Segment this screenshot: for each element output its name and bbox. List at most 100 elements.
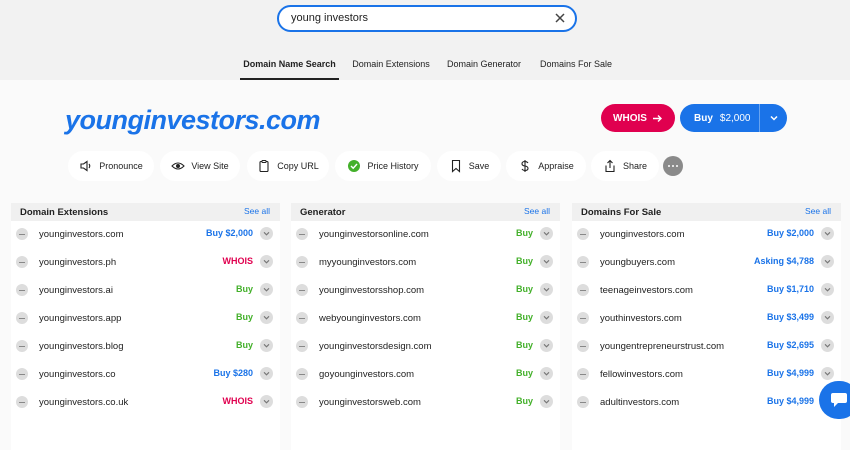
minus-icon[interactable] [16, 396, 28, 408]
chevron-down-icon[interactable] [260, 255, 273, 268]
buy-button[interactable]: Buy $2,000 [680, 104, 787, 132]
domain-name: younginvestors.co [39, 369, 116, 380]
domain-action[interactable]: Buy [236, 340, 253, 350]
domain-action[interactable]: Buy [516, 284, 533, 294]
minus-icon[interactable] [16, 340, 28, 352]
minus-icon[interactable] [296, 368, 308, 380]
chevron-down-icon[interactable] [821, 227, 834, 240]
domain-action[interactable]: Buy [236, 284, 253, 294]
domain-action[interactable]: Buy [516, 340, 533, 350]
list-item: webyounginvestors.com Buy [291, 305, 560, 333]
list-item: younginvestors.com Buy $2,000 [11, 221, 280, 249]
minus-icon[interactable] [577, 340, 589, 352]
minus-icon[interactable] [16, 284, 28, 296]
minus-icon[interactable] [16, 368, 28, 380]
appraise-label: Appraise [538, 161, 574, 171]
domain-name: younginvestorsweb.com [319, 397, 421, 408]
clear-icon[interactable] [553, 11, 567, 25]
tab-domain-extensions[interactable]: Domain Extensions [352, 52, 430, 80]
domain-action[interactable]: WHOIS [223, 396, 254, 406]
minus-icon[interactable] [16, 228, 28, 240]
tab-domain-name-search[interactable]: Domain Name Search [240, 52, 339, 80]
copy-url-label: Copy URL [277, 161, 319, 171]
panel-header: Domains For Sale See all [572, 203, 841, 221]
chevron-down-icon[interactable] [260, 283, 273, 296]
whois-button[interactable]: WHOIS [601, 104, 675, 132]
list-item: youngentrepreneurstrust.com Buy $2,695 [572, 333, 841, 361]
speaker-icon [80, 160, 91, 172]
tab-domain-generator[interactable]: Domain Generator [447, 52, 521, 80]
minus-icon[interactable] [16, 256, 28, 268]
tab-bar: Domain Name Search Domain Extensions Dom… [0, 52, 850, 80]
chevron-down-icon[interactable] [260, 227, 273, 240]
chevron-down-icon[interactable] [821, 283, 834, 296]
domain-action[interactable]: Buy [516, 396, 533, 406]
chevron-down-icon[interactable] [540, 227, 553, 240]
chevron-down-icon[interactable] [540, 311, 553, 324]
chevron-down-icon[interactable] [260, 311, 273, 324]
minus-icon[interactable] [577, 256, 589, 268]
minus-icon[interactable] [577, 284, 589, 296]
chevron-down-icon[interactable] [260, 367, 273, 380]
domain-action[interactable]: Buy [516, 256, 533, 266]
domain-action[interactable]: Buy $4,999 [767, 368, 814, 378]
domain-name: youngentrepreneurstrust.com [600, 341, 725, 352]
domain-action[interactable]: Buy $3,499 [767, 312, 814, 322]
chevron-down-icon[interactable] [540, 255, 553, 268]
chevron-down-icon[interactable] [540, 283, 553, 296]
copy-url-button[interactable]: Copy URL [247, 151, 329, 181]
view-site-button[interactable]: View Site [160, 151, 240, 181]
minus-icon[interactable] [577, 228, 589, 240]
appraise-button[interactable]: Appraise [506, 151, 586, 181]
minus-icon[interactable] [296, 228, 308, 240]
buy-options-dropdown[interactable] [759, 104, 787, 132]
arrow-right-icon [652, 114, 662, 122]
minus-icon[interactable] [296, 312, 308, 324]
price-history-button[interactable]: Price History [335, 151, 431, 181]
chevron-down-icon[interactable] [540, 395, 553, 408]
domain-action[interactable]: Buy [516, 228, 533, 238]
chevron-down-icon[interactable] [821, 339, 834, 352]
domain-action[interactable]: Buy $4,999 [767, 396, 814, 406]
domain-action[interactable]: Buy [516, 312, 533, 322]
chat-button[interactable] [819, 381, 850, 419]
domain-action[interactable]: Buy $2,000 [767, 228, 814, 238]
save-button[interactable]: Save [437, 151, 501, 181]
domain-action[interactable]: Buy $2,000 [206, 228, 253, 238]
minus-icon[interactable] [296, 340, 308, 352]
domain-action[interactable]: Buy $1,710 [767, 284, 814, 294]
see-all-link[interactable]: See all [524, 206, 550, 216]
minus-icon[interactable] [577, 368, 589, 380]
panel-header: Domain Extensions See all [11, 203, 280, 221]
chevron-down-icon[interactable] [821, 367, 834, 380]
pronounce-button[interactable]: Pronounce [68, 151, 154, 181]
chevron-down-icon[interactable] [540, 339, 553, 352]
more-icon[interactable] [663, 156, 683, 176]
minus-icon[interactable] [16, 312, 28, 324]
minus-icon[interactable] [296, 256, 308, 268]
domain-action[interactable]: Buy [516, 368, 533, 378]
domain-action[interactable]: Asking $4,788 [754, 256, 814, 266]
tab-domains-for-sale[interactable]: Domains For Sale [540, 52, 612, 80]
minus-icon[interactable] [577, 396, 589, 408]
minus-icon[interactable] [296, 396, 308, 408]
minus-icon[interactable] [296, 284, 308, 296]
domain-name: younginvestors.ph [39, 257, 117, 268]
see-all-link[interactable]: See all [244, 206, 270, 216]
chevron-down-icon[interactable] [260, 395, 273, 408]
minus-icon[interactable] [577, 312, 589, 324]
chevron-down-icon[interactable] [540, 367, 553, 380]
domain-action[interactable]: Buy [236, 312, 253, 322]
chevron-down-icon[interactable] [260, 339, 273, 352]
chevron-down-icon[interactable] [821, 311, 834, 324]
share-button[interactable]: Share [591, 151, 659, 181]
chevron-down-icon[interactable] [821, 255, 834, 268]
see-all-link[interactable]: See all [805, 206, 831, 216]
domain-action[interactable]: Buy $2,695 [767, 340, 814, 350]
domain-name: youngbuyers.com [600, 257, 675, 268]
eye-icon [171, 162, 186, 170]
domain-action[interactable]: Buy $280 [213, 368, 253, 378]
search-input[interactable]: young investors [277, 5, 577, 32]
domain-action[interactable]: WHOIS [223, 256, 254, 266]
domain-name: younginvestors.com [600, 229, 685, 240]
